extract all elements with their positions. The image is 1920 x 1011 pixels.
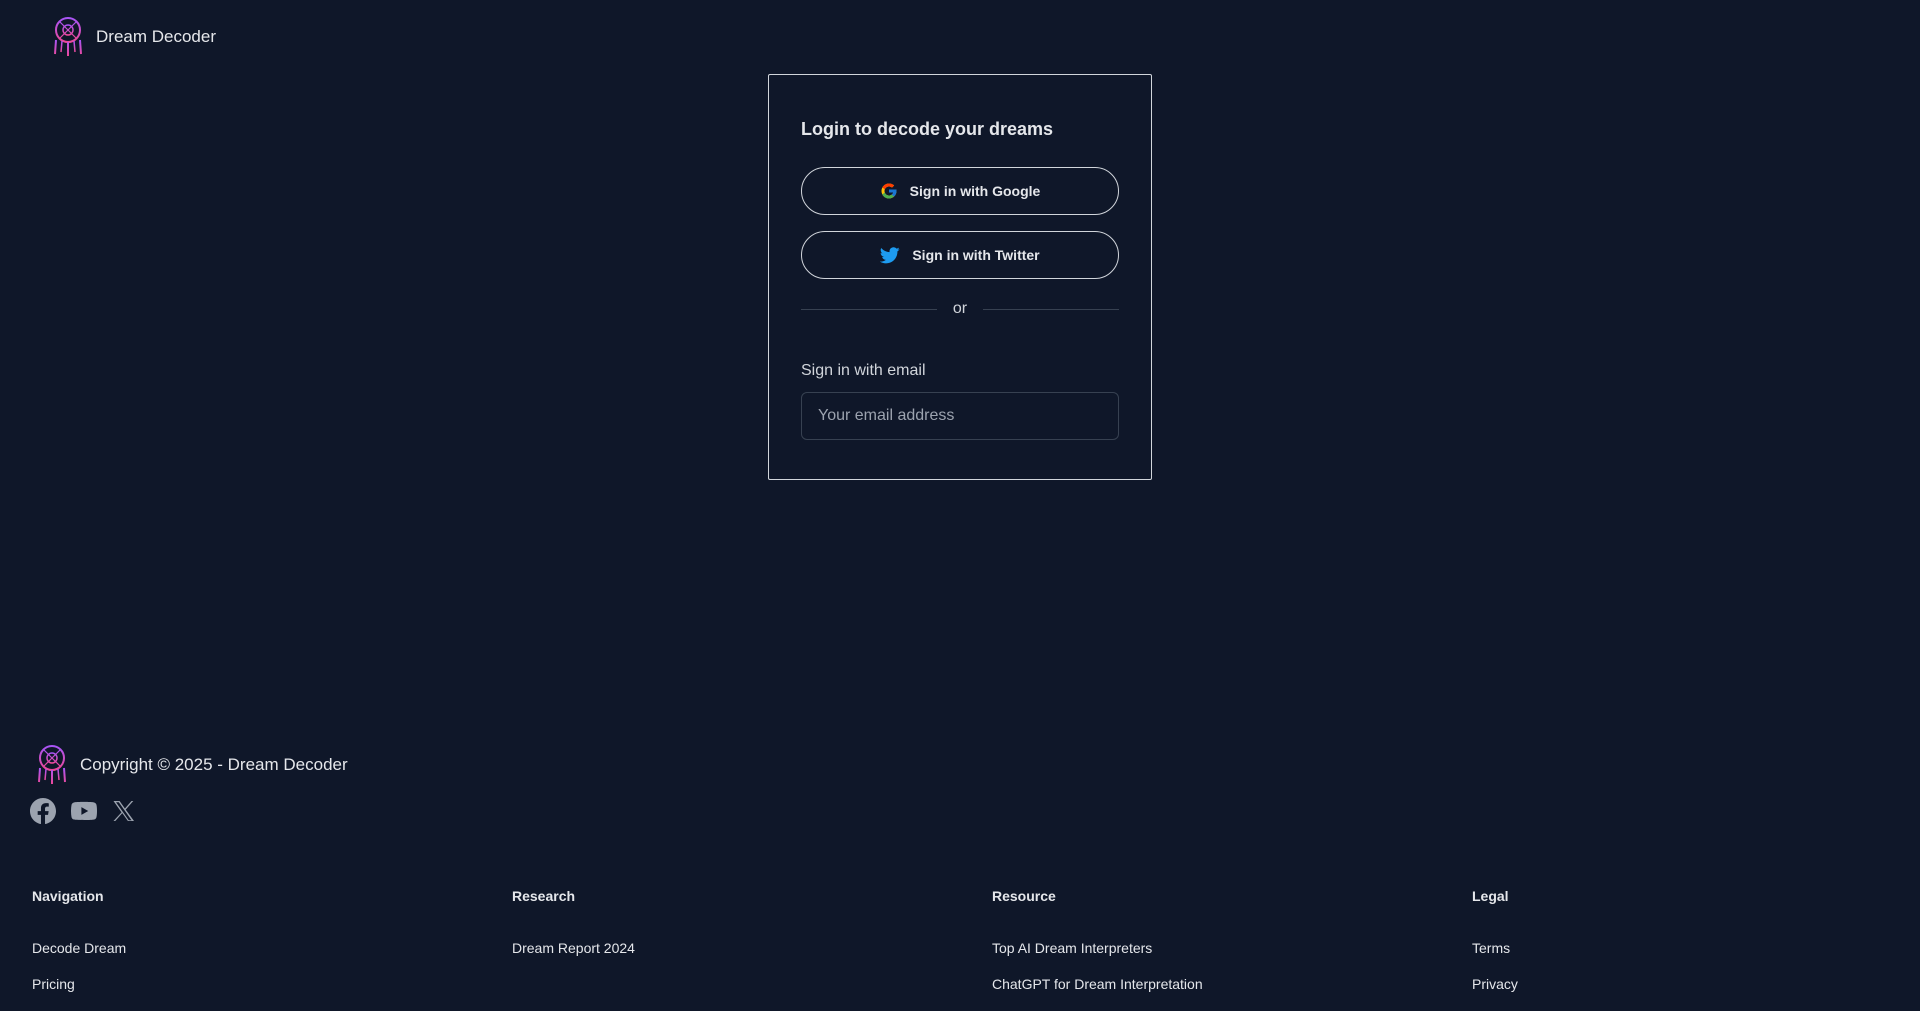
login-title: Login to decode your dreams [801,119,1054,139]
footer-brand: Copyright © 2025 - Dream Decoder [34,744,348,786]
footer-column-legal: Legal Terms Privacy [1472,888,1518,992]
brand-name: Dream Decoder [96,27,216,46]
x-link[interactable] [112,799,136,823]
footer-heading: Resource [992,888,1056,904]
google-signin-label: Sign in with Google [909,183,1041,199]
footer-link-terms[interactable]: Terms [1472,940,1510,956]
facebook-icon [30,798,56,824]
facebook-link[interactable] [30,798,56,824]
dreamcatcher-logo-icon [34,744,70,786]
divider-text: or [952,300,968,317]
google-signin-button[interactable]: Sign in with Google [801,167,1119,215]
email-input[interactable] [801,392,1119,440]
footer-link-chatgpt-interpretation[interactable]: ChatGPT for Dream Interpretation [992,976,1203,992]
footer-column-research: Research Dream Report 2024 [512,888,635,956]
footer-column-navigation: Navigation Decode Dream Pricing [32,888,126,992]
footer-heading: Research [512,888,576,904]
copyright-text: Copyright © 2025 - Dream Decoder [80,755,348,774]
x-icon [112,799,136,823]
or-divider: or [801,299,1120,319]
footer-link-decode-dream[interactable]: Decode Dream [32,940,126,956]
dreamcatcher-logo-icon [50,16,86,58]
divider-line-right [983,308,1120,310]
social-links [30,798,136,824]
footer-link-privacy[interactable]: Privacy [1472,976,1518,992]
twitter-signin-label: Sign in with Twitter [912,247,1040,263]
twitter-signin-button[interactable]: Sign in with Twitter [801,231,1119,279]
footer-link-dream-report[interactable]: Dream Report 2024 [512,940,635,956]
email-label: Sign in with email [801,362,926,379]
header-brand[interactable]: Dream Decoder [50,16,216,58]
login-card: Login to decode your dreams Sign in with… [768,74,1152,480]
twitter-bird-icon [880,246,901,264]
footer-link-pricing[interactable]: Pricing [32,976,75,992]
footer-link-top-ai-interpreters[interactable]: Top AI Dream Interpreters [992,940,1152,956]
youtube-icon [71,798,97,824]
divider-line-left [801,308,937,310]
footer-heading: Legal [1472,888,1509,904]
footer-heading: Navigation [32,888,104,904]
google-icon [880,182,898,200]
footer-column-resource: Resource Top AI Dream Interpreters ChatG… [992,888,1203,992]
youtube-link[interactable] [71,798,97,824]
